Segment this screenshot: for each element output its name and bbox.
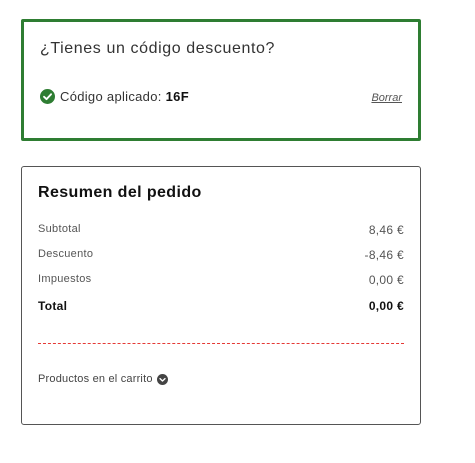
applied-code-label: Código aplicado: <box>60 89 162 104</box>
summary-row-total: Total 0,00 € <box>38 299 404 313</box>
discount-label: Descuento <box>38 248 94 260</box>
taxes-value: 0,00 € <box>368 273 404 287</box>
summary-title: Resumen del pedido <box>38 184 202 201</box>
summary-row-taxes: Impuestos 0,00 € <box>38 273 404 287</box>
chevron-down-circle-icon <box>156 373 168 385</box>
clear-code-link[interactable]: Borrar <box>371 92 402 104</box>
taxes-label: Impuestos <box>38 273 92 285</box>
summary-row-discount: Descuento -8,46 € <box>38 248 404 262</box>
total-label: Total <box>38 299 68 313</box>
products-in-cart-label: Productos en el carrito <box>38 373 153 385</box>
products-in-cart-toggle[interactable]: Productos en el carrito <box>38 373 168 385</box>
summary-row-subtotal: Subtotal 8,46 € <box>38 223 404 237</box>
discount-value: -8,46 € <box>364 248 404 262</box>
applied-code-value: 16F <box>165 89 189 104</box>
total-value: 0,00 € <box>368 299 404 313</box>
subtotal-value: 8,46 € <box>368 223 404 237</box>
summary-divider <box>38 343 404 344</box>
discount-code-panel: ¿Tienes un código descuento? Código apli… <box>21 19 421 141</box>
applied-code-row: Código aplicado: 16F <box>40 89 189 104</box>
order-summary-panel: Resumen del pedido Subtotal 8,46 € Descu… <box>21 166 421 425</box>
check-circle-icon <box>40 89 55 104</box>
discount-title: ¿Tienes un código descuento? <box>40 40 276 57</box>
subtotal-label: Subtotal <box>38 223 81 235</box>
